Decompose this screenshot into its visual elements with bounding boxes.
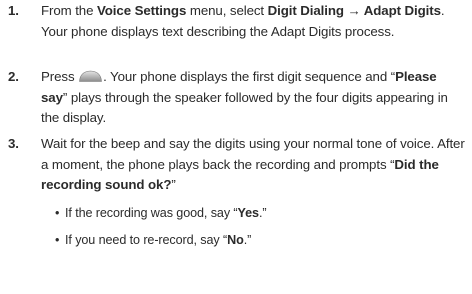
- bullet-text: If you need to re-record, say “No.”: [65, 233, 252, 247]
- step-text: From the Voice Settings menu, select Dig…: [41, 3, 445, 39]
- step-number: 3.: [8, 136, 19, 151]
- step-1: 1. From the Voice Settings menu, select …: [0, 1, 472, 63]
- ok-key-icon: [78, 68, 103, 82]
- answer-yes: Yes: [237, 206, 260, 220]
- step-number: 1.: [8, 3, 19, 18]
- step-2: 2. Press . Your phone displays the first…: [0, 67, 472, 129]
- step-text: Wait for the beep and say the digits usi…: [41, 136, 465, 192]
- menu-path: Digit Dialing → Adapt Digits: [267, 3, 441, 18]
- step-number: 2.: [8, 69, 19, 84]
- bullet-no: • If you need to re-record, say “No.”: [55, 230, 466, 252]
- step-text: Press . Your phone displays the first di…: [41, 68, 448, 125]
- bullet-text: If the recording was good, say “Yes.”: [65, 206, 267, 220]
- answer-no: No: [227, 233, 244, 247]
- menu-name: Voice Settings: [97, 3, 187, 18]
- bullet-yes: • If the recording was good, say “Yes.”: [55, 203, 466, 225]
- bullet-dot: •: [55, 233, 60, 247]
- bullet-dot: •: [55, 206, 60, 220]
- step-3: 3. Wait for the beep and say the digits …: [0, 134, 472, 196]
